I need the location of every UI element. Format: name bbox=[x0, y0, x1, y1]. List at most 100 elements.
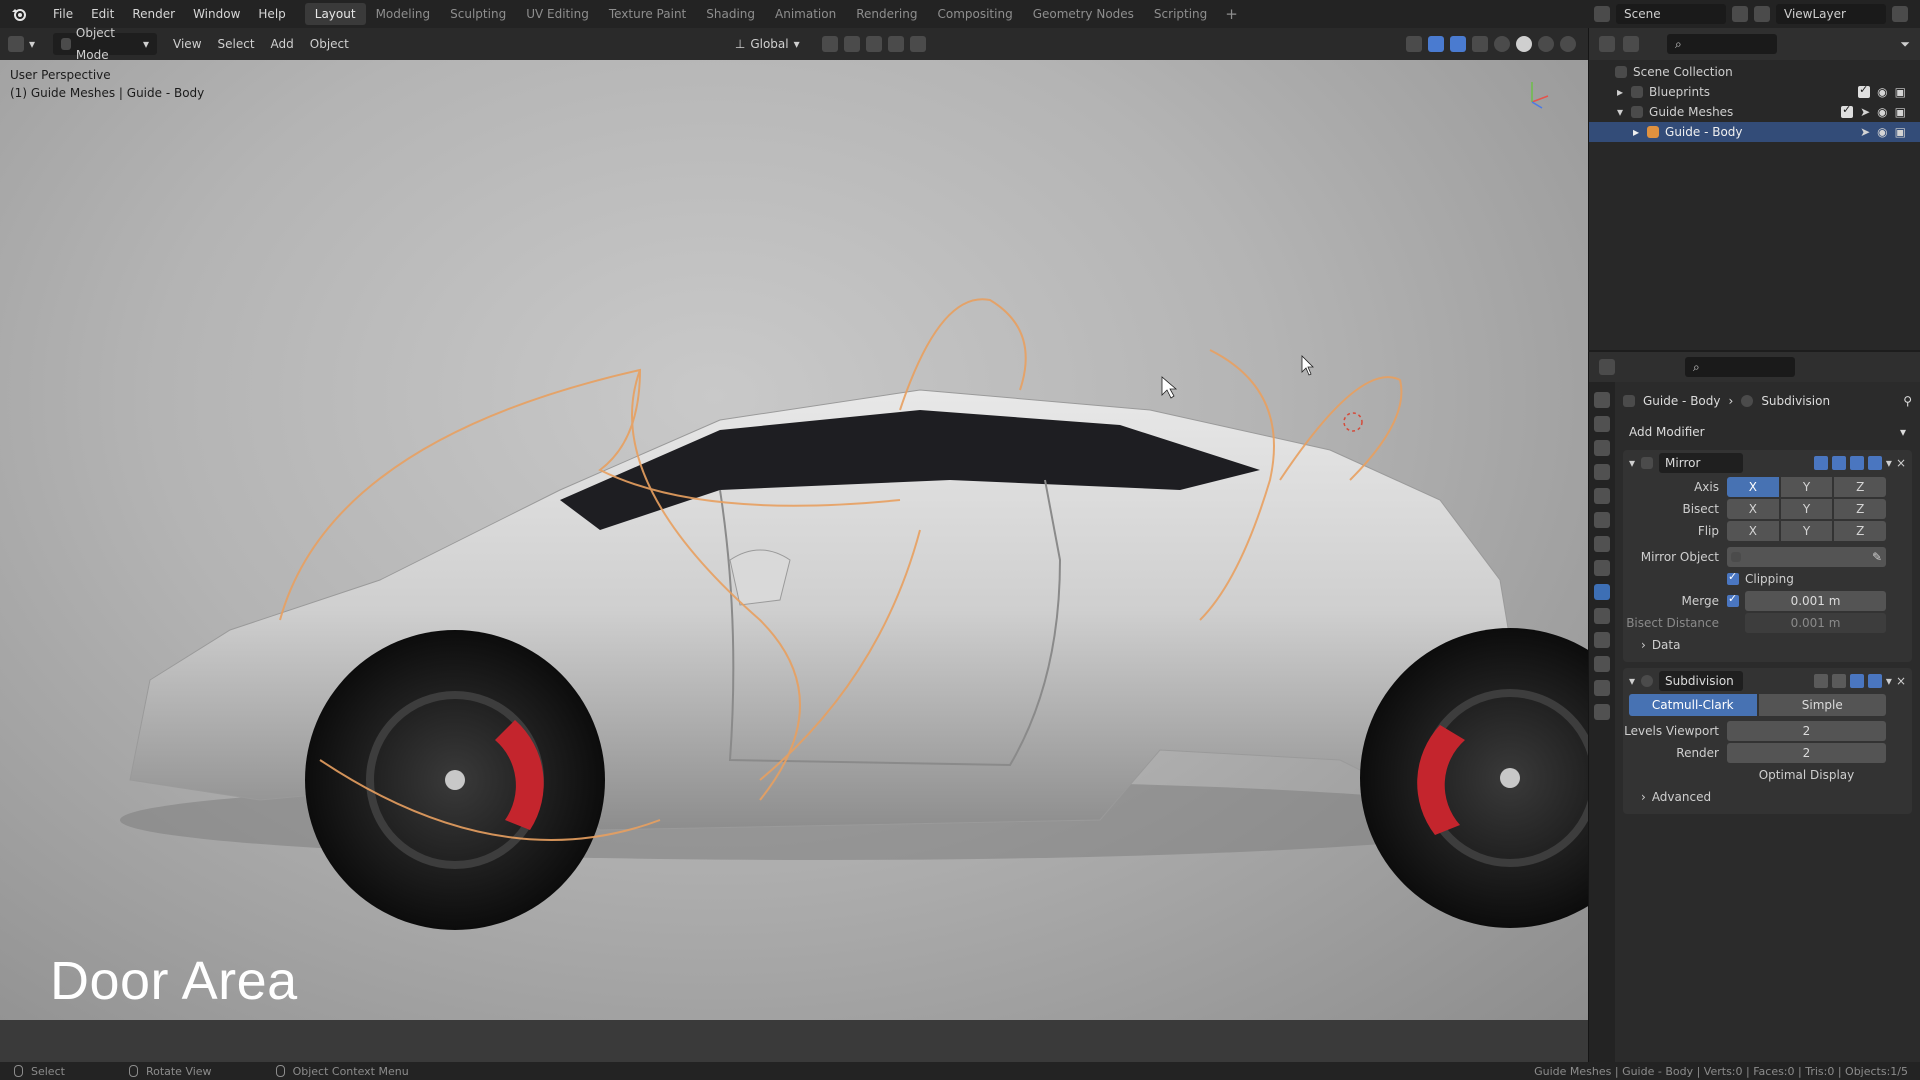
object-tab-icon[interactable] bbox=[1594, 560, 1610, 576]
menu-edit[interactable]: Edit bbox=[82, 7, 123, 21]
flip-x-toggle[interactable]: X bbox=[1727, 521, 1779, 541]
solid-shading-icon[interactable] bbox=[1516, 36, 1532, 52]
object-mode-dropdown[interactable]: Object Mode ▾ bbox=[53, 26, 158, 62]
realtime-toggle-icon[interactable] bbox=[1849, 456, 1864, 470]
gizmo-icon[interactable] bbox=[1428, 36, 1444, 52]
chevron-right-icon[interactable]: ▸ bbox=[1617, 85, 1623, 99]
blender-logo-icon[interactable] bbox=[10, 5, 28, 23]
eye-icon[interactable]: ◉ bbox=[1877, 125, 1887, 139]
menu-file[interactable]: File bbox=[44, 7, 82, 21]
render-toggle-icon[interactable] bbox=[1867, 456, 1882, 470]
levels-viewport-field[interactable]: 2 bbox=[1727, 721, 1886, 741]
mirror-object-field[interactable]: ✎ bbox=[1727, 547, 1886, 567]
outliner-row-blueprints[interactable]: ▸ Blueprints ◉ ▣ bbox=[1589, 82, 1920, 102]
data-tab-icon[interactable] bbox=[1594, 680, 1610, 696]
cage-toggle-icon[interactable] bbox=[1831, 674, 1846, 688]
select-arrow-icon[interactable]: ➤ bbox=[1860, 105, 1870, 119]
flip-z-toggle[interactable]: Z bbox=[1834, 521, 1887, 541]
simple-button[interactable]: Simple bbox=[1758, 694, 1886, 716]
close-icon[interactable]: × bbox=[1896, 674, 1906, 688]
render-toggle-icon[interactable] bbox=[1867, 674, 1882, 688]
catmull-clark-button[interactable]: Catmull-Clark bbox=[1629, 694, 1757, 716]
add-modifier-dropdown[interactable]: Add Modifier ▾ bbox=[1623, 420, 1912, 444]
funnel-icon[interactable]: ⏷ bbox=[1900, 37, 1910, 52]
visibility-icon[interactable] bbox=[1406, 36, 1422, 52]
snap-icon[interactable] bbox=[843, 36, 860, 52]
tab-scripting[interactable]: Scripting bbox=[1144, 3, 1217, 25]
outliner-row-guide-meshes[interactable]: ▾ Guide Meshes ➤ ◉ ▣ bbox=[1589, 102, 1920, 122]
tab-layout[interactable]: Layout bbox=[304, 3, 366, 25]
add-menu[interactable]: Add bbox=[263, 33, 302, 55]
pin-icon[interactable]: ⚲ bbox=[1903, 394, 1912, 408]
axis-x-toggle[interactable]: X bbox=[1727, 477, 1779, 497]
new-view-layer-icon[interactable] bbox=[1892, 6, 1908, 22]
axis-z-toggle[interactable]: Z bbox=[1834, 477, 1887, 497]
outliner-filter-icon[interactable] bbox=[1623, 36, 1639, 52]
snap-target-icon[interactable] bbox=[865, 36, 882, 52]
tab-animation[interactable]: Animation bbox=[765, 3, 846, 25]
view-layer-field[interactable]: ViewLayer bbox=[1776, 4, 1886, 24]
editor-type-icon[interactable]: ▾ bbox=[0, 33, 43, 55]
bisect-distance-field[interactable]: 0.001 m bbox=[1745, 613, 1886, 633]
modifier-tab-icon[interactable] bbox=[1594, 584, 1610, 600]
add-workspace-icon[interactable]: + bbox=[1217, 5, 1246, 23]
properties-search-input[interactable]: ⌕ bbox=[1685, 357, 1795, 377]
camera-icon[interactable]: ▣ bbox=[1895, 125, 1906, 139]
render-tab-icon[interactable] bbox=[1594, 416, 1610, 432]
tab-rendering[interactable]: Rendering bbox=[846, 3, 927, 25]
subdivision-name-field[interactable]: Subdivision bbox=[1659, 671, 1744, 691]
merge-distance-field[interactable]: 0.001 m bbox=[1745, 591, 1886, 611]
advanced-subpanel[interactable]: › Advanced bbox=[1623, 786, 1912, 808]
material-shading-icon[interactable] bbox=[1538, 36, 1554, 52]
menu-window[interactable]: Window bbox=[184, 7, 249, 21]
new-scene-icon[interactable] bbox=[1732, 6, 1748, 22]
exclude-checkbox[interactable] bbox=[1841, 103, 1854, 118]
properties-editor-icon[interactable] bbox=[1599, 359, 1615, 375]
material-tab-icon[interactable] bbox=[1594, 704, 1610, 720]
cage-toggle-icon[interactable] bbox=[1831, 456, 1846, 470]
flip-y-toggle[interactable]: Y bbox=[1780, 521, 1833, 541]
bisect-y-toggle[interactable]: Y bbox=[1780, 499, 1833, 519]
view-menu[interactable]: View bbox=[165, 33, 209, 55]
menu-render[interactable]: Render bbox=[123, 7, 184, 21]
eye-icon[interactable]: ◉ bbox=[1877, 105, 1887, 119]
scene-tab-icon[interactable] bbox=[1594, 488, 1610, 504]
edit-mode-toggle-icon[interactable] bbox=[1813, 674, 1828, 688]
collection-tab-icon[interactable] bbox=[1594, 536, 1610, 552]
outliner-row-scene-collection[interactable]: Scene Collection bbox=[1589, 62, 1920, 82]
proportional-edit-icon[interactable] bbox=[887, 36, 904, 52]
render-levels-field[interactable]: 2 bbox=[1727, 743, 1886, 763]
select-arrow-icon[interactable]: ➤ bbox=[1860, 125, 1870, 139]
tab-shading[interactable]: Shading bbox=[696, 3, 765, 25]
3d-viewport[interactable]: User Perspective (1) Guide Meshes | Guid… bbox=[0, 60, 1588, 1020]
close-icon[interactable]: × bbox=[1896, 456, 1906, 470]
mirror-name-field[interactable]: Mirror bbox=[1659, 453, 1744, 473]
chevron-down-icon[interactable]: ▾ bbox=[1617, 105, 1623, 119]
data-subpanel[interactable]: › Data bbox=[1623, 634, 1912, 656]
chevron-right-icon[interactable]: ▸ bbox=[1633, 125, 1639, 139]
physics-tab-icon[interactable] bbox=[1594, 632, 1610, 648]
chevron-down-icon[interactable]: ▾ bbox=[1629, 674, 1635, 688]
exclude-checkbox[interactable] bbox=[1858, 83, 1871, 98]
tab-geometry-nodes[interactable]: Geometry Nodes bbox=[1023, 3, 1144, 25]
edit-mode-toggle-icon[interactable] bbox=[1813, 456, 1828, 470]
pivot-point-icon[interactable] bbox=[821, 36, 838, 52]
menu-help[interactable]: Help bbox=[249, 7, 294, 21]
outliner-display-mode-icon[interactable] bbox=[1599, 36, 1615, 52]
optimal-display-label[interactable]: Optimal Display bbox=[1727, 768, 1886, 782]
wireframe-shading-icon[interactable] bbox=[1494, 36, 1510, 52]
tab-sculpting[interactable]: Sculpting bbox=[440, 3, 516, 25]
eye-icon[interactable]: ◉ bbox=[1877, 85, 1887, 99]
scene-field[interactable]: Scene bbox=[1616, 4, 1726, 24]
overlays-icon[interactable] bbox=[1450, 36, 1466, 52]
tool-tab-icon[interactable] bbox=[1594, 392, 1610, 408]
world-tab-icon[interactable] bbox=[1594, 512, 1610, 528]
chevron-down-icon[interactable]: ▾ bbox=[1886, 674, 1892, 688]
camera-icon[interactable]: ▣ bbox=[1895, 85, 1906, 99]
rendered-shading-icon[interactable] bbox=[1560, 36, 1576, 52]
outliner-row-guide-body[interactable]: ▸ Guide - Body ➤ ◉ ▣ bbox=[1589, 122, 1920, 142]
eyedropper-icon[interactable]: ✎ bbox=[1872, 550, 1882, 564]
chevron-down-icon[interactable]: ▾ bbox=[1629, 456, 1635, 470]
output-tab-icon[interactable] bbox=[1594, 440, 1610, 456]
transform-orientation-dropdown[interactable]: ⊥ Global ▾ bbox=[727, 33, 808, 55]
